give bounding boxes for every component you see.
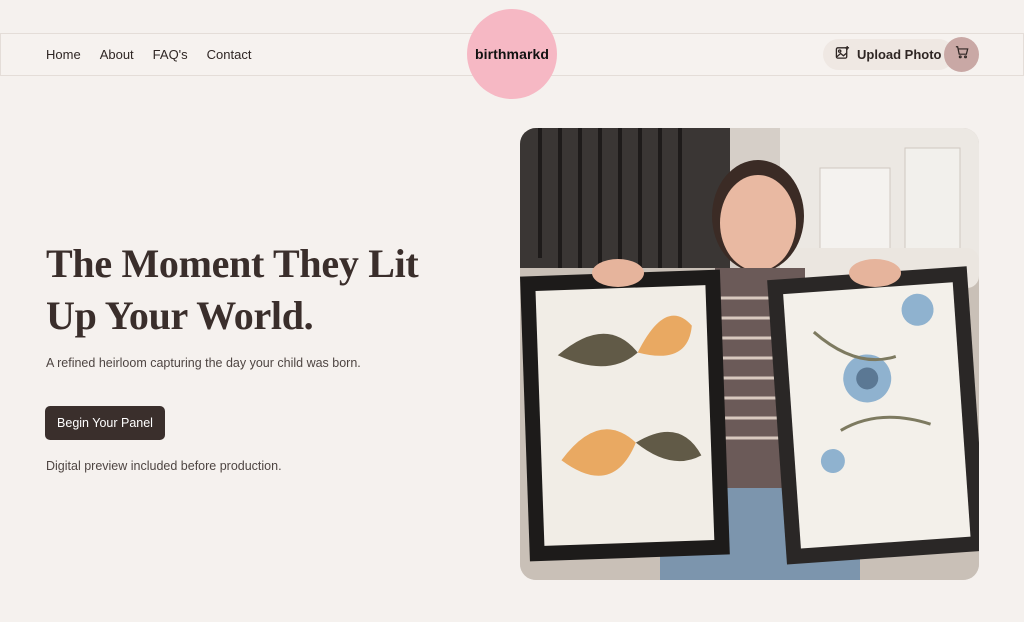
nav-link-faqs[interactable]: FAQ's	[153, 47, 188, 62]
hero-note: Digital preview included before producti…	[46, 459, 282, 473]
image-plus-icon	[835, 45, 850, 65]
hero-subtext: A refined heirloom capturing the day you…	[46, 356, 361, 370]
nav-link-contact[interactable]: Contact	[207, 47, 252, 62]
hero-headline: The Moment They Lit Up Your World.	[46, 238, 466, 342]
hero-headline-line1: The Moment They Lit	[46, 241, 419, 286]
cart-button[interactable]	[944, 37, 979, 72]
upload-photo-button[interactable]: Upload Photo	[823, 39, 954, 70]
hero-headline-line2: Up Your World.	[46, 293, 314, 338]
logo[interactable]: birthmarkd	[467, 9, 557, 99]
begin-your-panel-button[interactable]: Begin Your Panel	[45, 406, 165, 440]
upload-photo-label: Upload Photo	[857, 47, 942, 62]
hero-image	[520, 128, 979, 580]
cart-icon	[955, 45, 969, 64]
nav-link-about[interactable]: About	[100, 47, 134, 62]
nav-link-home[interactable]: Home	[46, 47, 81, 62]
nav-links: Home About FAQ's Contact	[46, 34, 251, 75]
logo-text: birthmarkd	[474, 46, 550, 62]
